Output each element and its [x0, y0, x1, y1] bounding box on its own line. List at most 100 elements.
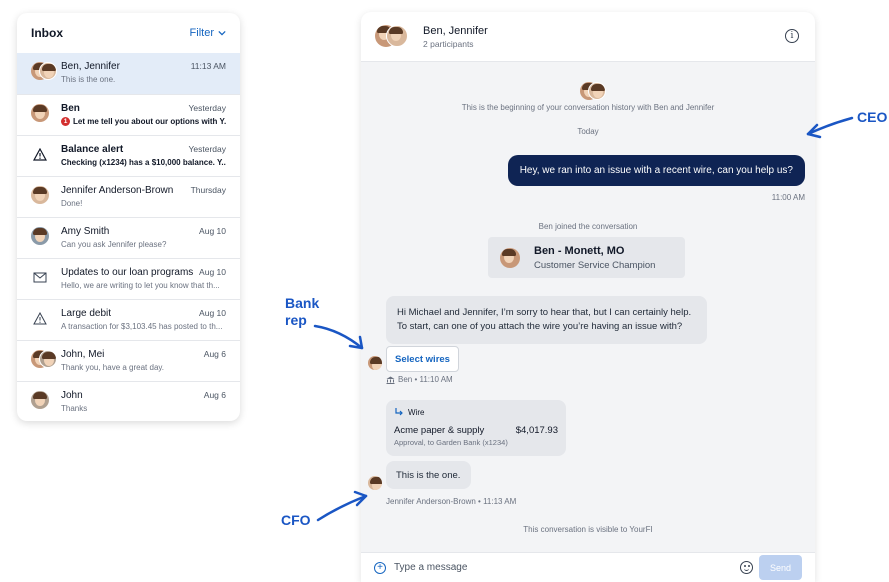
bank-icon	[386, 376, 395, 384]
chat-title: Ben, Jennifer	[423, 24, 488, 37]
conversation-preview: Done!	[61, 199, 83, 208]
conversation-name: Ben	[61, 103, 80, 114]
add-attachment-icon[interactable]: +	[374, 561, 386, 574]
agent-name: Ben - Monett, MO	[534, 244, 625, 257]
cfo-annotation: CFO	[281, 512, 311, 528]
mail-icon	[31, 268, 49, 286]
conversation-preview: Thanks	[61, 404, 88, 413]
conversation-preview: Hello, we are writing to let you know th…	[61, 281, 220, 290]
pair-avatar	[375, 24, 408, 49]
chevron-down-icon	[218, 30, 226, 36]
conversation-name: Balance alert	[61, 144, 124, 155]
inbox-panel: Inbox Filter Ben, Jennifer 11:13 AM This …	[17, 13, 240, 421]
pair-avatar	[31, 350, 57, 368]
conversation-preview: Checking (x1234) has a $10,000 balance. …	[61, 158, 226, 167]
day-divider: Today	[577, 127, 599, 136]
conversation-row[interactable]: Ben Yesterday 1 Let me tell you about our …	[17, 94, 240, 135]
person-avatar	[31, 391, 49, 409]
conversation-preview: This is the one.	[61, 75, 116, 84]
wire-label: Wire	[408, 407, 425, 417]
meta-text: Ben • 11:10 AM	[398, 375, 453, 384]
unread-badge: 1	[61, 117, 70, 126]
conversation-time: Thursday	[190, 185, 226, 195]
agent-role: Customer Service Champion	[534, 259, 656, 271]
conversation-row[interactable]: John Aug 6 Thanks	[17, 381, 240, 421]
conversation-row[interactable]: Balance alert Yesterday Checking (x1234) …	[17, 135, 240, 176]
message-meta: Jennifer Anderson-Brown • 11:13 AM	[386, 497, 517, 506]
pair-avatar	[31, 62, 57, 80]
conversation-preview: Thank you, have a great day.	[61, 363, 165, 372]
wire-detail: Approval, to Garden Bank (x1234)	[394, 438, 508, 447]
send-button[interactable]: Send	[759, 555, 802, 580]
message-time: 11:00 AM	[771, 193, 805, 202]
preview-text: Let me tell you about our options with Y…	[73, 117, 226, 126]
conversation-preview: Can you ask Jennifer please?	[61, 240, 167, 249]
conversation-time: Aug 10	[199, 308, 226, 318]
conversation-name: Jennifer Anderson-Brown	[61, 185, 174, 196]
wire-card[interactable]: Wire Acme paper & supply $4,017.93 Appro…	[386, 400, 566, 456]
conversation-row[interactable]: Amy Smith Aug 10 Can you ask Jennifer ple…	[17, 217, 240, 258]
chat-panel: Ben, Jennifer 2 participants i This is t…	[361, 12, 815, 582]
conversation-time: Aug 10	[199, 267, 226, 277]
wire-payee: Acme paper & supply	[394, 425, 485, 436]
person-avatar	[31, 227, 49, 245]
conversation-row[interactable]: John, Mei Aug 6 Thank you, have a great d…	[17, 340, 240, 381]
bank-rep-arrow	[313, 324, 364, 350]
conversation-time: 11:13 AM	[190, 61, 226, 71]
warning-icon	[31, 309, 49, 327]
conversation-row[interactable]: Large debit Aug 10 A transaction for $3,1…	[17, 299, 240, 340]
person-avatar	[31, 186, 49, 204]
warning-icon	[31, 145, 49, 163]
emoji-icon[interactable]	[740, 561, 753, 574]
bank-rep-avatar	[368, 356, 382, 370]
conversation-name: Updates to our loan programs	[61, 267, 194, 278]
conversation-time: Aug 6	[203, 390, 226, 400]
composer: + Send	[361, 552, 815, 582]
conversation-name: John	[61, 390, 83, 401]
conversation-name: Large debit	[61, 308, 112, 319]
ceo-annotation: CEO	[857, 109, 888, 125]
conversation-row[interactable]: Updates to our loan programs Aug 10 Hello…	[17, 258, 240, 299]
wire-amount: $4,017.93	[515, 425, 558, 436]
bank-rep-message: Hi Michael and Jennifer, I’m sorry to he…	[386, 296, 707, 344]
filter-label: Filter	[189, 27, 214, 39]
cfo-message: This is the one.	[386, 461, 471, 489]
agent-avatar	[500, 247, 520, 268]
conversation-preview: 1 Let me tell you about our options with …	[61, 117, 226, 126]
conversation-time: Yesterday	[188, 144, 227, 154]
wire-transfer-icon	[395, 408, 403, 416]
outgoing-message: Hey, we ran into an issue with a recent …	[507, 155, 805, 186]
conversation-name: John, Mei	[61, 349, 105, 360]
message-line: To start, can one of you attach the wire…	[397, 321, 683, 332]
bank-rep-annotation: Bank rep	[285, 295, 319, 329]
message-input[interactable]	[394, 562, 694, 573]
visibility-note: This conversation is visible to YourFI	[523, 525, 653, 534]
annotation-line: rep	[285, 312, 307, 328]
conversation-time: Yesterday	[188, 103, 227, 113]
chat-header: Ben, Jennifer 2 participants i	[361, 12, 815, 62]
select-wires-button[interactable]: Select wires	[386, 346, 459, 372]
agent-card: Ben - Monett, MO Customer Service Champi…	[488, 237, 685, 278]
message-line: Hi Michael and Jennifer, I’m sorry to he…	[397, 307, 692, 318]
conversation-name: Ben, Jennifer	[61, 61, 120, 72]
filter-button[interactable]: Filter	[190, 27, 226, 39]
conversation-row[interactable]: Jennifer Anderson-Brown Thursday Done!	[17, 176, 240, 217]
pair-avatar	[580, 82, 606, 100]
conversation-row[interactable]: Ben, Jennifer 11:13 AM This is the one.	[17, 53, 240, 94]
cfo-avatar	[368, 476, 382, 490]
chat-subtitle: 2 participants	[423, 38, 474, 49]
conversation-time: Aug 6	[203, 349, 226, 359]
wire-header: Wire	[394, 407, 558, 417]
annotation-line: Bank	[285, 295, 320, 311]
cfo-arrow	[316, 490, 368, 522]
message-meta: Ben • 11:10 AM	[386, 375, 453, 384]
conversation-time: Aug 10	[199, 226, 226, 236]
stage: Inbox Filter Ben, Jennifer 11:13 AM This …	[0, 0, 889, 582]
joined-note: Ben joined the conversation	[538, 222, 638, 231]
conversation-list: Ben, Jennifer 11:13 AM This is the one. B…	[17, 53, 240, 421]
conversation-start-note: This is the beginning of your conversati…	[461, 103, 715, 112]
info-icon[interactable]: i	[785, 29, 799, 43]
conversation-preview: A transaction for $3,103.45 has posted t…	[61, 322, 223, 331]
conversation-name: Amy Smith	[61, 226, 110, 237]
inbox-title: Inbox	[31, 26, 63, 40]
